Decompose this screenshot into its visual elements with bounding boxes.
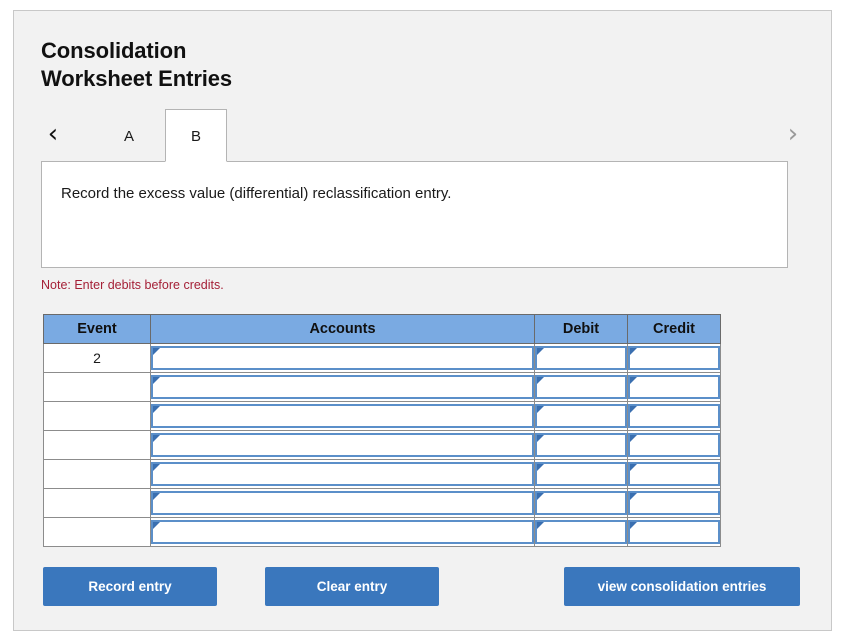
credit-input[interactable]	[628, 491, 720, 515]
column-header-credit: Credit	[627, 314, 721, 344]
cell-account[interactable]	[150, 430, 535, 460]
debit-input[interactable]	[535, 433, 627, 457]
debit-input[interactable]	[535, 346, 627, 370]
cell-debit[interactable]	[534, 372, 628, 402]
column-header-event: Event	[43, 314, 151, 344]
cell-credit[interactable]	[627, 459, 721, 489]
cell-account[interactable]	[150, 488, 535, 518]
cell-event: 2	[43, 343, 151, 373]
debit-input[interactable]	[535, 491, 627, 515]
debit-input[interactable]	[535, 404, 627, 428]
instruction-text: Record the excess value (differential) r…	[61, 185, 452, 202]
cell-event	[43, 517, 151, 547]
credit-input[interactable]	[628, 404, 720, 428]
cell-account[interactable]	[150, 372, 535, 402]
table-row	[43, 459, 721, 489]
table-row	[43, 430, 721, 460]
cell-event	[43, 401, 151, 431]
cell-event	[43, 488, 151, 518]
table-row	[43, 517, 721, 547]
debit-input[interactable]	[535, 520, 627, 544]
column-header-debit: Debit	[534, 314, 628, 344]
cell-credit[interactable]	[627, 488, 721, 518]
tab-b[interactable]: B	[165, 109, 227, 162]
tab-strip: ‹ A B ›	[41, 108, 805, 162]
instruction-panel: Record the excess value (differential) r…	[41, 161, 788, 268]
cell-credit[interactable]	[627, 430, 721, 460]
note-text: Note: Enter debits before credits.	[41, 278, 224, 292]
account-input[interactable]	[151, 404, 534, 428]
cell-debit[interactable]	[534, 459, 628, 489]
cell-debit[interactable]	[534, 488, 628, 518]
cell-debit[interactable]	[534, 401, 628, 431]
table-row	[43, 372, 721, 402]
credit-input[interactable]	[628, 346, 720, 370]
cell-account[interactable]	[150, 459, 535, 489]
cell-account[interactable]	[150, 343, 535, 373]
table-row	[43, 401, 721, 431]
chevron-left-icon[interactable]: ‹	[41, 116, 65, 152]
record-entry-button[interactable]: Record entry	[43, 567, 217, 606]
credit-input[interactable]	[628, 462, 720, 486]
credit-input[interactable]	[628, 375, 720, 399]
journal-table-body: 2	[43, 343, 721, 547]
account-input[interactable]	[151, 375, 534, 399]
journal-entry-table: Event Accounts Debit Credit 2	[43, 314, 721, 547]
cell-credit[interactable]	[627, 517, 721, 547]
debit-input[interactable]	[535, 462, 627, 486]
view-consolidation-entries-button[interactable]: view consolidation entries	[564, 567, 800, 606]
cell-debit[interactable]	[534, 430, 628, 460]
column-header-accounts: Accounts	[150, 314, 535, 344]
cell-account[interactable]	[150, 401, 535, 431]
page-title: Consolidation Worksheet Entries	[41, 38, 233, 91]
cell-credit[interactable]	[627, 372, 721, 402]
cell-debit[interactable]	[534, 517, 628, 547]
table-header-row: Event Accounts Debit Credit	[43, 314, 721, 344]
worksheet-panel: Consolidation Worksheet Entries ‹ A B › …	[13, 10, 832, 631]
account-input[interactable]	[151, 491, 534, 515]
account-input[interactable]	[151, 433, 534, 457]
chevron-right-icon[interactable]: ›	[781, 116, 805, 152]
cell-event	[43, 430, 151, 460]
cell-event	[43, 459, 151, 489]
cell-debit[interactable]	[534, 343, 628, 373]
cell-credit[interactable]	[627, 343, 721, 373]
table-row	[43, 488, 721, 518]
account-input[interactable]	[151, 462, 534, 486]
cell-account[interactable]	[150, 517, 535, 547]
debit-input[interactable]	[535, 375, 627, 399]
clear-entry-button[interactable]: Clear entry	[265, 567, 439, 606]
account-input[interactable]	[151, 520, 534, 544]
credit-input[interactable]	[628, 433, 720, 457]
credit-input[interactable]	[628, 520, 720, 544]
tab-a[interactable]: A	[98, 109, 160, 162]
cell-event	[43, 372, 151, 402]
cell-credit[interactable]	[627, 401, 721, 431]
table-row: 2	[43, 343, 721, 373]
account-input[interactable]	[151, 346, 534, 370]
